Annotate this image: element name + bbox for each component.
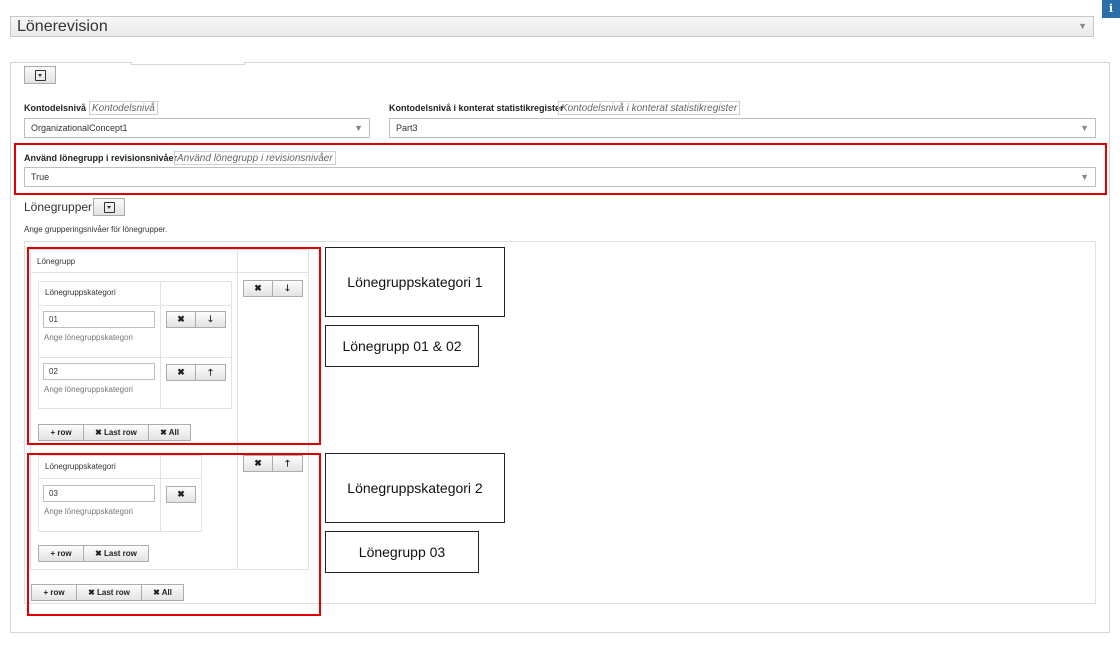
lonegrupp-01-value: 01 [49,315,58,324]
anvand-lonegrupp-placeholder: Använd lönegrupp i revisionsnivåer [174,151,336,165]
remove-category-button[interactable]: ✖ [243,455,273,472]
anvand-lonegrupp-select[interactable]: True ▼ [24,167,1096,187]
kontodelsniva-label: Kontodelsnivå [24,103,87,113]
chevron-down-icon: ▼ [1080,123,1089,133]
anvand-lonegrupp-label: Använd lönegrupp i revisionsnivåer [24,153,178,163]
remove-category-button[interactable]: ✖ [243,280,273,297]
category-2-actions: ✖ 🡑 [243,455,303,472]
kontodelsniva-select[interactable]: OrganizationalConcept1 ▼ [24,118,370,138]
page-title-select[interactable]: Lönerevision ▼ [10,16,1094,37]
move-up-button[interactable]: 🡑 [273,455,303,472]
move-down-button[interactable]: 🡓 [196,311,226,328]
kontodelsniva-stat-value: Part3 [396,123,418,133]
lonegrupp-02-input[interactable]: 02 [43,363,155,380]
annotation-lonegrupp-01-02: Lönegrupp 01 & 02 [325,325,479,367]
lonegruppskategori-1-header: Lönegruppskategori [45,288,116,297]
divider [38,305,232,306]
lonegrupp-03-hint: Ange lönegruppskategori [44,507,133,516]
remove-last-row-button[interactable]: ✖ Last row [84,424,149,441]
lonegrupper-toggle-button[interactable] [93,198,125,216]
kontodelsniva-placeholder: Kontodelsnivå [89,101,158,115]
lonegrupp-01-input[interactable]: 01 [43,311,155,328]
remove-row-button[interactable]: ✖ [166,364,196,381]
group-2-row-actions: + row ✖ Last row [38,545,149,562]
remove-last-row-button[interactable]: ✖ Last row [77,584,142,601]
kontodelsniva-stat-select[interactable]: Part3 ▼ [389,118,1096,138]
lonegrupp-02-actions: ✖ 🡑 [166,364,226,381]
lonegrupp-01-hint: Ange lönegruppskategori [44,333,133,342]
kontodelsniva-value: OrganizationalConcept1 [31,123,128,133]
collapse-icon [34,69,46,81]
remove-all-button[interactable]: ✖ All [142,584,184,601]
chevron-down-icon: ▼ [354,123,363,133]
divider [38,478,202,479]
remove-row-button[interactable]: ✖ [166,486,196,503]
add-row-button[interactable]: + row [38,545,84,562]
panel-tab [131,62,245,65]
lonegrupp-01-actions: ✖ 🡓 [166,311,226,328]
collapse-icon [103,201,115,213]
lonegrupp-02-hint: Ange lönegruppskategori [44,385,133,394]
annotation-lonegrupp-03: Lönegrupp 03 [325,531,479,573]
category-1-actions: ✖ 🡓 [243,280,303,297]
annotation-lonegruppskategori-1: Lönegruppskategori 1 [325,247,505,317]
add-row-button[interactable]: + row [31,584,77,601]
remove-all-button[interactable]: ✖ All [149,424,191,441]
annotation-lonegruppskategori-2: Lönegruppskategori 2 [325,453,505,523]
lonegrupp-table-actions: + row ✖ Last row ✖ All [31,584,184,601]
lonegrupp-03-actions: ✖ [166,486,196,503]
lonegruppskategori-2-header: Lönegruppskategori [45,462,116,471]
lonegrupp-03-value: 03 [49,489,58,498]
remove-last-row-button[interactable]: ✖ Last row [84,545,149,562]
collapse-toggle-button[interactable] [24,66,56,84]
add-row-button[interactable]: + row [38,424,84,441]
lonegrupper-title: Lönegrupper [24,200,93,214]
info-icon[interactable]: i [1102,0,1120,18]
kontodelsniva-stat-label: Kontodelsnivå i konterat statistikregist… [389,103,564,113]
divider [160,455,161,532]
group-1-row-actions: + row ✖ Last row ✖ All [38,424,191,441]
chevron-down-icon: ▼ [1080,172,1089,182]
page-title: Lönerevision [17,18,108,35]
divider [160,281,161,409]
lonegrupp-03-input[interactable]: 03 [43,485,155,502]
anvand-lonegrupp-value: True [31,172,50,182]
chevron-down-icon: ▼ [1078,21,1087,31]
move-down-button[interactable]: 🡓 [273,280,303,297]
kontodelsniva-stat-placeholder: Kontodelsnivå i konterat statistikregist… [558,101,741,115]
move-up-button[interactable]: 🡑 [196,364,226,381]
lonegrupp-02-value: 02 [49,367,58,376]
lonegrupper-hint: Ange grupperingsnivåer för lönegrupper. [24,225,168,234]
divider [38,357,232,358]
remove-row-button[interactable]: ✖ [166,311,196,328]
